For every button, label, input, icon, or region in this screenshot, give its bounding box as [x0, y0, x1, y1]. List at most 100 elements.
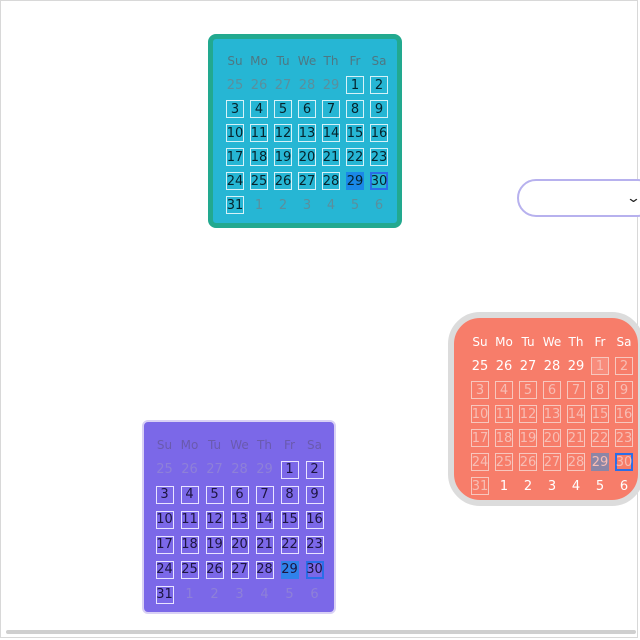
calendar-day[interactable]: 15	[343, 121, 367, 145]
calendar-day-other-month[interactable]: 3	[540, 474, 564, 498]
calendar-day[interactable]: 9	[302, 482, 327, 507]
calendar-day[interactable]: 1	[343, 73, 367, 97]
calendar-day-other-month[interactable]: 28	[540, 354, 564, 378]
calendar-day[interactable]: 22	[343, 145, 367, 169]
calendar-day-other-month[interactable]: 2	[202, 582, 227, 607]
calendar-day-other-month[interactable]: 26	[247, 73, 271, 97]
calendar-day[interactable]: 4	[492, 378, 516, 402]
calendar-day[interactable]: 10	[223, 121, 247, 145]
calendar-day[interactable]: 8	[343, 97, 367, 121]
calendar-day-other-month[interactable]: 26	[492, 354, 516, 378]
calendar-day[interactable]: 4	[247, 97, 271, 121]
calendar-day-other-month[interactable]: 1	[492, 474, 516, 498]
calendar-day-other-month[interactable]: 29	[564, 354, 588, 378]
calendar-day-other-month[interactable]: 6	[612, 474, 636, 498]
calendar-day[interactable]: 20	[295, 145, 319, 169]
calendar-day-other-month[interactable]: 3	[295, 193, 319, 217]
calendar-day-other-month[interactable]: 25	[468, 354, 492, 378]
calendar-day[interactable]: 17	[223, 145, 247, 169]
calendar-day[interactable]: 23	[302, 532, 327, 557]
calendar-day[interactable]: 28	[564, 450, 588, 474]
calendar-day[interactable]: 11	[247, 121, 271, 145]
calendar-day[interactable]: 12	[202, 507, 227, 532]
calendar-day-other-month[interactable]: 3	[227, 582, 252, 607]
calendar-day-other-month[interactable]: 2	[516, 474, 540, 498]
calendar-day-other-month[interactable]: 4	[564, 474, 588, 498]
calendar-day[interactable]: 3	[468, 378, 492, 402]
calendar-day[interactable]: 31	[223, 193, 247, 217]
calendar-day-other-month[interactable]: 2	[271, 193, 295, 217]
calendar-day[interactable]: 31	[152, 582, 177, 607]
calendar-day[interactable]: 14	[252, 507, 277, 532]
calendar-day[interactable]: 12	[271, 121, 295, 145]
calendar-day[interactable]: 13	[540, 402, 564, 426]
calendar-day[interactable]: 24	[223, 169, 247, 193]
calendar-day-other-month[interactable]: 1	[247, 193, 271, 217]
calendar-day[interactable]: 5	[271, 97, 295, 121]
calendar-day[interactable]: 1	[588, 354, 612, 378]
calendar-day[interactable]: 13	[227, 507, 252, 532]
calendar-day[interactable]: 18	[492, 426, 516, 450]
calendar-day[interactable]: 3	[223, 97, 247, 121]
calendar-day[interactable]: 10	[152, 507, 177, 532]
calendar-day-other-month[interactable]: 5	[343, 193, 367, 217]
calendar-day[interactable]: 24	[468, 450, 492, 474]
calendar-day[interactable]: 19	[271, 145, 295, 169]
calendar-day[interactable]: 10	[468, 402, 492, 426]
calendar-day[interactable]: 26	[271, 169, 295, 193]
calendar-day[interactable]: 17	[152, 532, 177, 557]
calendar-day[interactable]: 22	[588, 426, 612, 450]
calendar-day-selected[interactable]: 30	[367, 169, 391, 193]
calendar-day[interactable]: 11	[177, 507, 202, 532]
calendar-day[interactable]: 8	[588, 378, 612, 402]
calendar-day[interactable]: 20	[227, 532, 252, 557]
calendar-day[interactable]: 25	[177, 557, 202, 582]
calendar-day-today[interactable]: 29	[588, 450, 612, 474]
calendar-day-other-month[interactable]: 5	[588, 474, 612, 498]
calendar-day[interactable]: 21	[252, 532, 277, 557]
calendar-day[interactable]: 2	[302, 457, 327, 482]
calendar-day[interactable]: 11	[492, 402, 516, 426]
calendar-day-other-month[interactable]: 28	[295, 73, 319, 97]
calendar-day[interactable]: 15	[588, 402, 612, 426]
calendar-day[interactable]: 15	[277, 507, 302, 532]
calendar-day[interactable]: 2	[367, 73, 391, 97]
calendar-day-other-month[interactable]: 4	[319, 193, 343, 217]
calendar-day[interactable]: 7	[252, 482, 277, 507]
calendar-day-other-month[interactable]: 29	[252, 457, 277, 482]
calendar-day[interactable]: 14	[319, 121, 343, 145]
calendar-day[interactable]: 1	[277, 457, 302, 482]
calendar-day-other-month[interactable]: 6	[302, 582, 327, 607]
calendar-day[interactable]: 17	[468, 426, 492, 450]
calendar-day[interactable]: 2	[612, 354, 636, 378]
calendar-day[interactable]: 23	[612, 426, 636, 450]
calendar-day[interactable]: 18	[177, 532, 202, 557]
calendar-day-other-month[interactable]: 28	[227, 457, 252, 482]
calendar-day[interactable]: 21	[564, 426, 588, 450]
horizontal-scrollbar[interactable]	[6, 630, 636, 634]
calendar-day[interactable]: 19	[202, 532, 227, 557]
calendar-day[interactable]: 7	[564, 378, 588, 402]
calendar-day[interactable]: 13	[295, 121, 319, 145]
calendar-day[interactable]: 26	[516, 450, 540, 474]
calendar-day-today[interactable]: 29	[343, 169, 367, 193]
calendar-day[interactable]: 23	[367, 145, 391, 169]
calendar-day-other-month[interactable]: 4	[252, 582, 277, 607]
calendar-day[interactable]: 27	[227, 557, 252, 582]
calendar-day-other-month[interactable]: 25	[223, 73, 247, 97]
calendar-day[interactable]: 9	[612, 378, 636, 402]
calendar-day[interactable]: 6	[540, 378, 564, 402]
calendar-day[interactable]: 6	[295, 97, 319, 121]
calendar-day-selected[interactable]: 30	[302, 557, 327, 582]
calendar-day[interactable]: 7	[319, 97, 343, 121]
calendar-day[interactable]: 19	[516, 426, 540, 450]
calendar-day[interactable]: 3	[152, 482, 177, 507]
calendar-day[interactable]: 9	[367, 97, 391, 121]
calendar-day[interactable]: 16	[612, 402, 636, 426]
calendar-day[interactable]: 24	[152, 557, 177, 582]
calendar-day-other-month[interactable]: 29	[319, 73, 343, 97]
calendar-day[interactable]: 16	[302, 507, 327, 532]
calendar-day[interactable]: 28	[252, 557, 277, 582]
calendar-day[interactable]: 22	[277, 532, 302, 557]
calendar-day[interactable]: 21	[319, 145, 343, 169]
